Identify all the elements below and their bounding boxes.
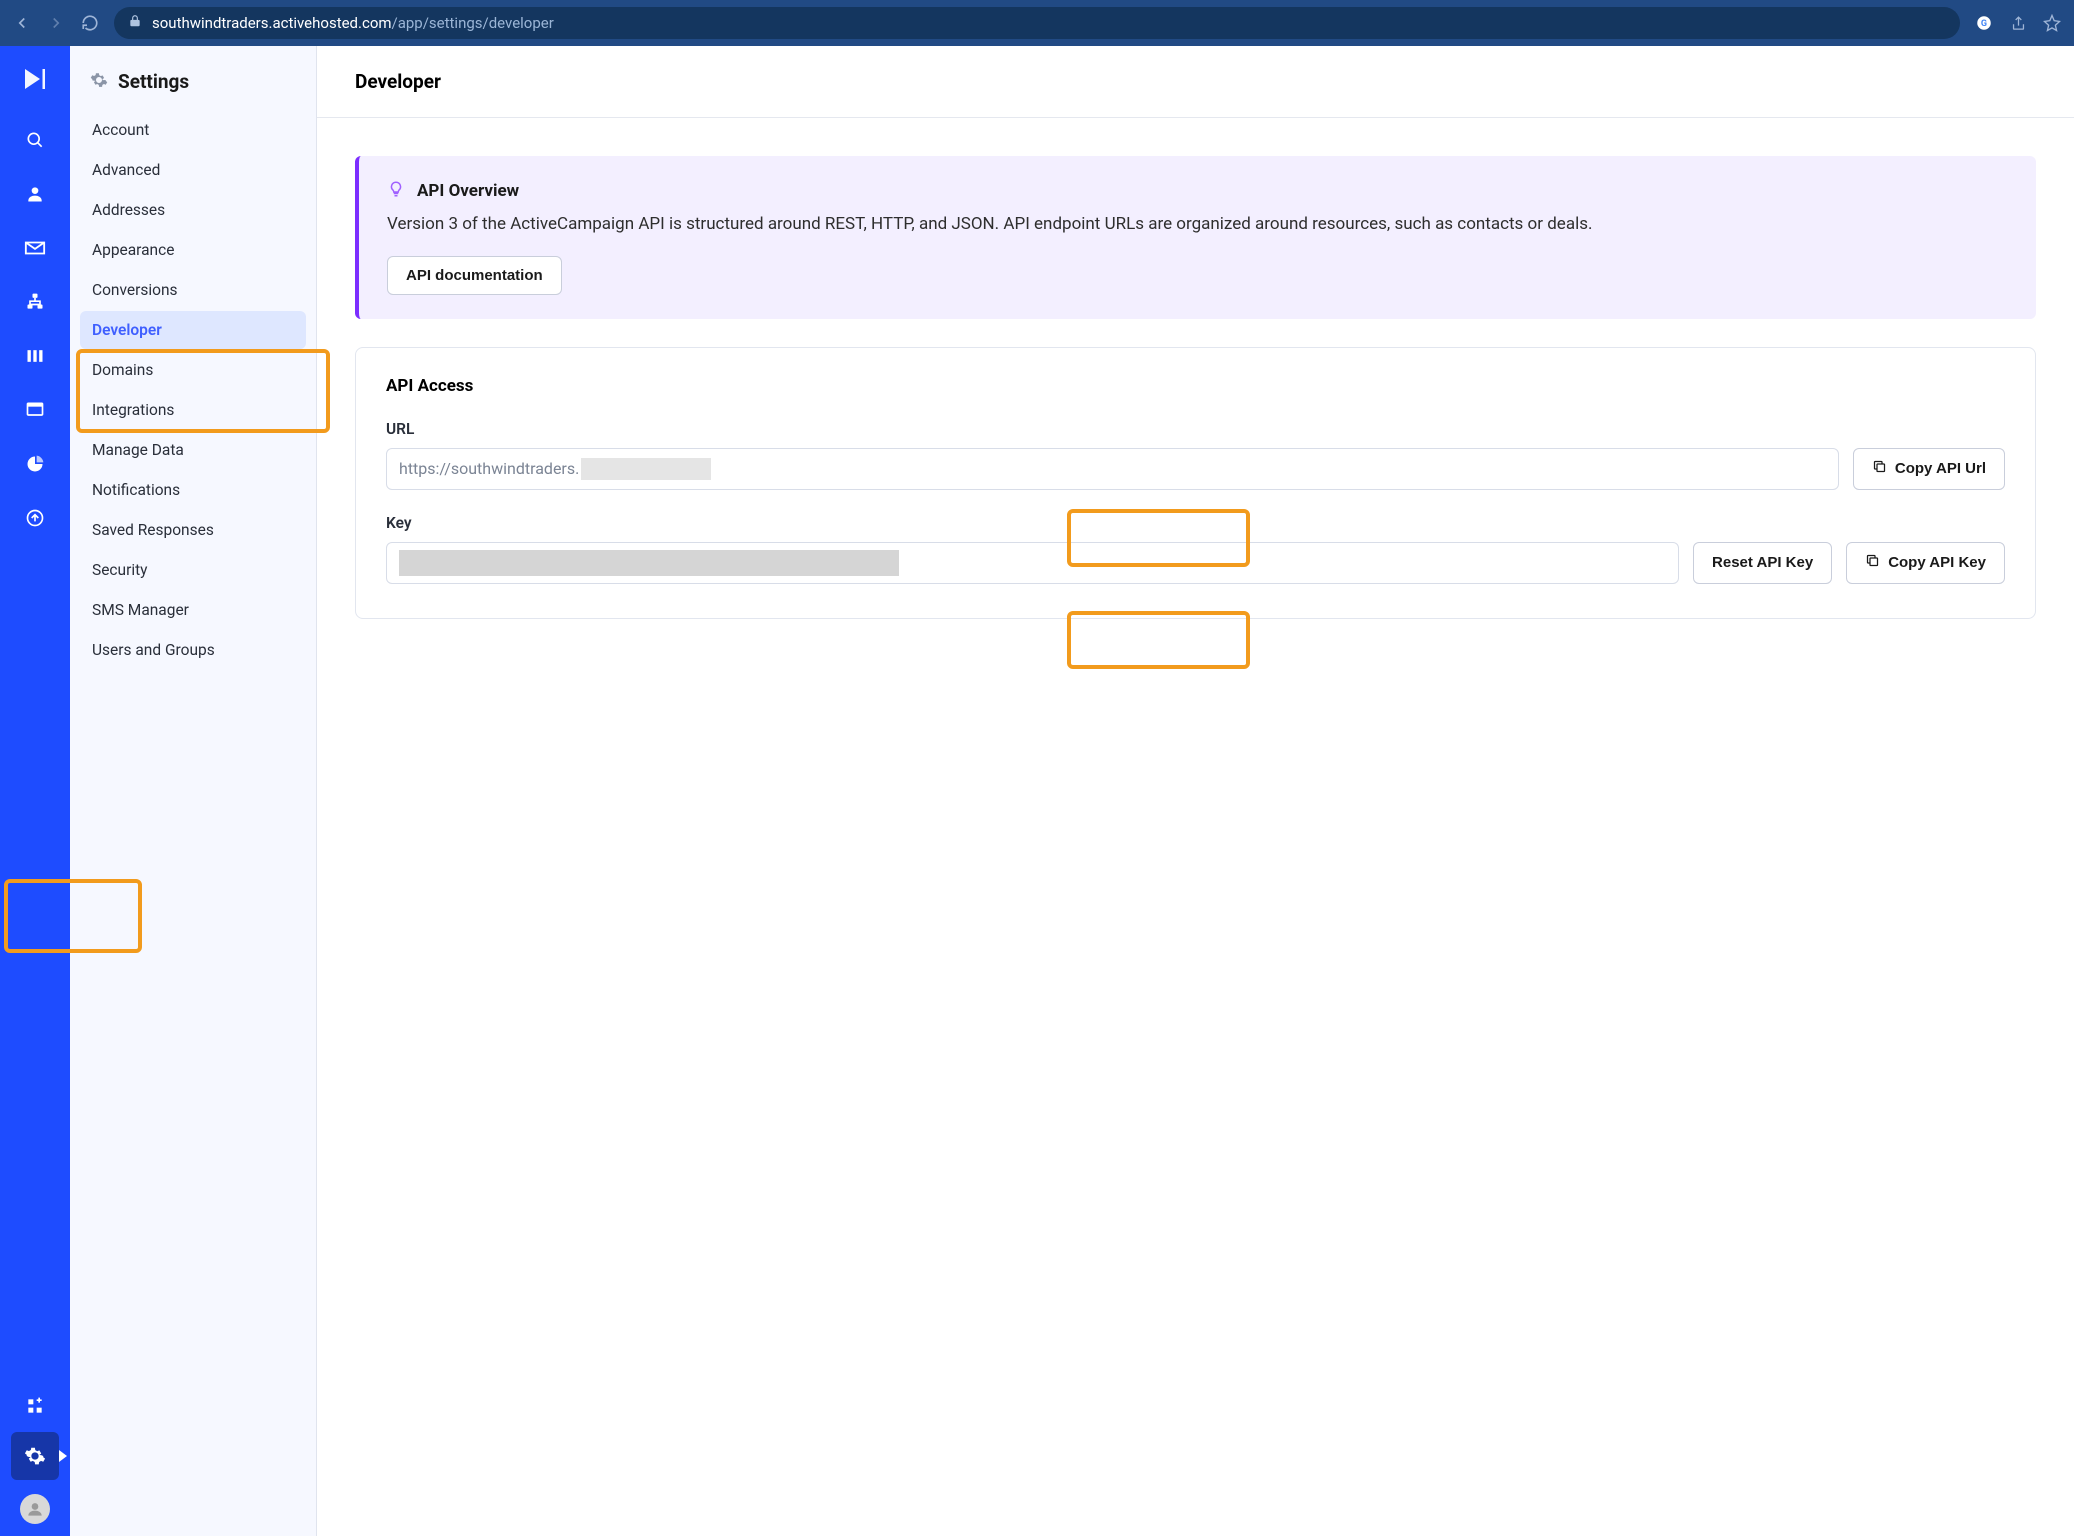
reset-api-key-button[interactable]: Reset API Key — [1693, 542, 1832, 584]
copy-key-label: Copy API Key — [1888, 554, 1986, 571]
sidebar-item-notifications[interactable]: Notifications — [80, 471, 306, 509]
contacts-icon[interactable] — [23, 182, 47, 206]
share-icon[interactable] — [2008, 13, 2028, 33]
copy-icon — [1872, 459, 1887, 478]
api-url-input[interactable]: https://southwindtraders. — [386, 448, 1839, 490]
settings-nav-button[interactable] — [11, 1432, 59, 1480]
sidebar-item-integrations[interactable]: Integrations — [80, 391, 306, 429]
sidebar-item-developer[interactable]: Developer — [80, 311, 306, 349]
lightbulb-icon — [387, 180, 405, 202]
deals-icon[interactable] — [23, 344, 47, 368]
google-icon[interactable]: G — [1974, 13, 1994, 33]
redacted-segment — [399, 550, 899, 576]
campaigns-icon[interactable] — [23, 236, 47, 260]
search-icon[interactable] — [23, 128, 47, 152]
main-content: Developer API Overview Version 3 of the … — [317, 46, 2074, 1536]
redacted-segment — [581, 458, 711, 480]
api-documentation-button[interactable]: API documentation — [387, 256, 562, 295]
url-text: southwindtraders.activehosted.com/app/se… — [152, 14, 554, 32]
upload-icon[interactable] — [23, 506, 47, 530]
api-access-card: API Access URL https://southwindtraders. — [355, 347, 2036, 619]
url-label: URL — [386, 420, 2005, 438]
sidebar-item-appearance[interactable]: Appearance — [80, 231, 306, 269]
lock-icon — [128, 14, 142, 32]
back-button[interactable] — [12, 13, 32, 33]
sidebar-item-conversions[interactable]: Conversions — [80, 271, 306, 309]
automations-icon[interactable] — [23, 290, 47, 314]
sidebar-item-sms-manager[interactable]: SMS Manager — [80, 591, 306, 629]
svg-text:G: G — [1981, 19, 1987, 29]
page-title: Developer — [317, 46, 2074, 118]
app-logo[interactable] — [20, 64, 50, 98]
key-field: Key Reset API Key Copy API Key — [386, 514, 2005, 584]
sidebar-item-users-and-groups[interactable]: Users and Groups — [80, 631, 306, 669]
overview-body: Version 3 of the ActiveCampaign API is s… — [387, 212, 2008, 238]
api-overview-card: API Overview Version 3 of the ActiveCamp… — [355, 156, 2036, 319]
copy-icon — [1865, 553, 1880, 572]
sidebar-item-addresses[interactable]: Addresses — [80, 191, 306, 229]
gear-icon — [90, 71, 108, 93]
reports-icon[interactable] — [23, 452, 47, 476]
sidebar-item-advanced[interactable]: Advanced — [80, 151, 306, 189]
copy-url-label: Copy API Url — [1895, 460, 1986, 477]
address-bar[interactable]: southwindtraders.activehosted.com/app/se… — [114, 7, 1960, 39]
apps-icon[interactable] — [23, 1394, 47, 1418]
sidebar-item-manage-data[interactable]: Manage Data — [80, 431, 306, 469]
star-icon[interactable] — [2042, 13, 2062, 33]
settings-header: Settings — [80, 70, 306, 111]
nav-rail — [0, 46, 70, 1536]
user-avatar[interactable] — [20, 1494, 50, 1524]
reload-button[interactable] — [80, 13, 100, 33]
api-key-input[interactable] — [386, 542, 1679, 584]
settings-title: Settings — [118, 70, 189, 93]
copy-api-url-button[interactable]: Copy API Url — [1853, 448, 2005, 490]
overview-heading: API Overview — [417, 181, 519, 201]
copy-api-key-button[interactable]: Copy API Key — [1846, 542, 2005, 584]
browser-chrome: southwindtraders.activehosted.com/app/se… — [0, 0, 2074, 46]
api-url-value: https://southwindtraders. — [399, 459, 579, 478]
settings-sidebar: Settings AccountAdvancedAddressesAppeara… — [70, 46, 317, 1536]
sidebar-item-domains[interactable]: Domains — [80, 351, 306, 389]
sidebar-item-security[interactable]: Security — [80, 551, 306, 589]
sidebar-item-account[interactable]: Account — [80, 111, 306, 149]
sidebar-item-saved-responses[interactable]: Saved Responses — [80, 511, 306, 549]
site-icon[interactable] — [23, 398, 47, 422]
access-heading: API Access — [386, 376, 2005, 396]
forward-button[interactable] — [46, 13, 66, 33]
url-field: URL https://southwindtraders. Copy API U… — [386, 420, 2005, 490]
key-label: Key — [386, 514, 2005, 532]
